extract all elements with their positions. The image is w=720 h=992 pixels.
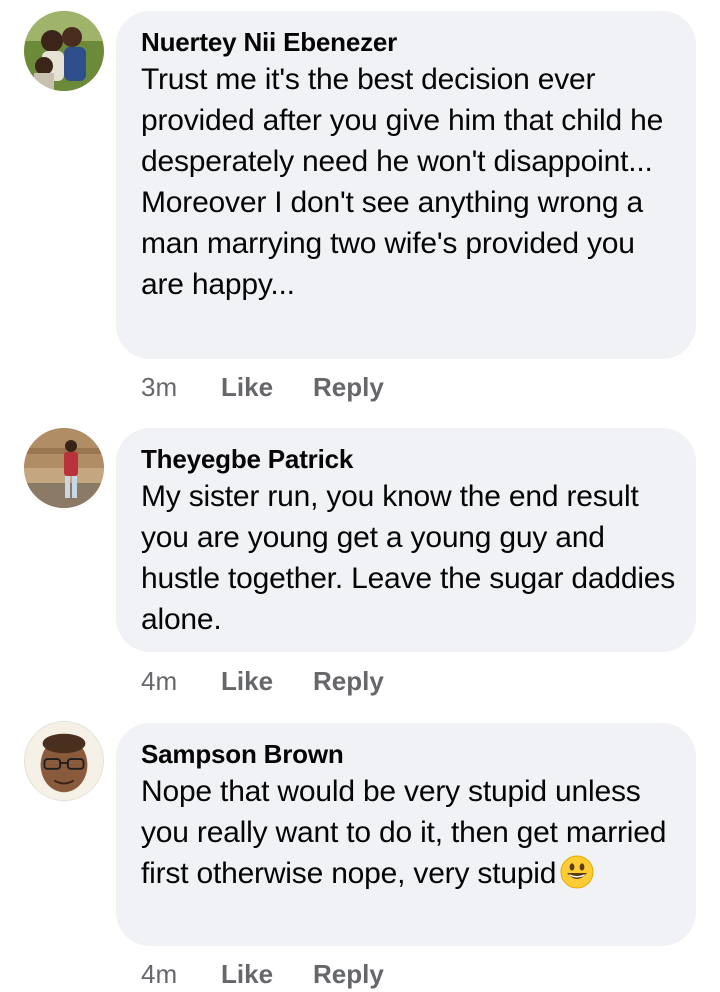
comment-author[interactable]: Sampson Brown	[141, 737, 676, 771]
comment-bubble: Sampson Brown Nope that would be very st…	[116, 723, 696, 946]
comment-text: Nope that would be very stupid unless yo…	[141, 771, 676, 900]
avatar[interactable]	[24, 428, 104, 508]
avatar[interactable]	[24, 11, 104, 91]
comment-text: My sister run, you know the end result y…	[141, 480, 676, 636]
profile-photo-man-glasses-icon	[25, 722, 103, 800]
grinning-face-emoji-icon	[560, 855, 594, 900]
comment-author[interactable]: Theyegbe Patrick	[141, 442, 676, 476]
like-button[interactable]: Like	[221, 666, 273, 697]
avatar[interactable]	[24, 721, 104, 801]
comment-bubble: Theyegbe Patrick My sister run, you know…	[116, 428, 696, 652]
profile-photo-person-standing-icon	[24, 428, 104, 508]
comment-text: Trust me it's the best decision ever pro…	[141, 63, 664, 301]
comment-actions: 4m Like Reply	[141, 663, 424, 699]
comment-bubble: Nuertey Nii Ebenezer Trust me it's the b…	[116, 11, 696, 359]
comment-author[interactable]: Nuertey Nii Ebenezer	[141, 25, 676, 59]
comment-timestamp[interactable]: 4m	[141, 666, 221, 697]
like-button[interactable]: Like	[221, 372, 273, 403]
reply-button[interactable]: Reply	[313, 666, 384, 697]
comment-actions: 3m Like Reply	[141, 369, 424, 405]
comment-timestamp[interactable]: 3m	[141, 372, 221, 403]
comment-actions: 4m Like Reply	[141, 956, 424, 992]
reply-button[interactable]: Reply	[313, 372, 384, 403]
profile-photo-children-icon	[24, 11, 104, 91]
